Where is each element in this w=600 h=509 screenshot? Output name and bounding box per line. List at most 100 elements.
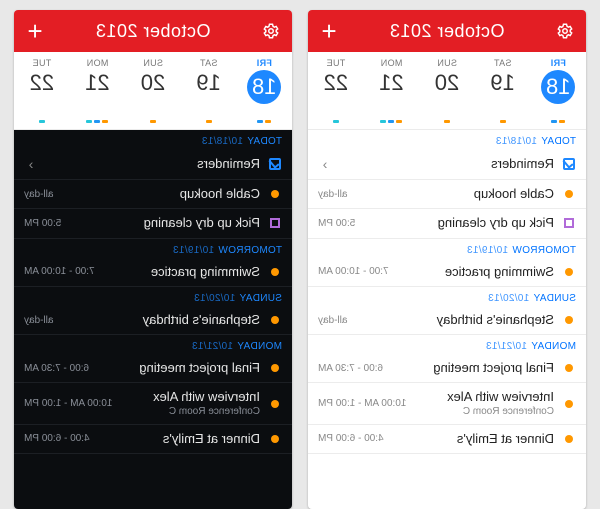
day-name: SAT — [200, 58, 218, 68]
agenda-row[interactable]: Cable hookupall-day — [14, 180, 292, 209]
agenda-row[interactable]: Reminders› — [308, 149, 586, 180]
event-lead — [562, 190, 576, 198]
section-header: SUNDAY 10/20/13 — [308, 287, 586, 306]
section-header: TOMORROW 10/19/13 — [14, 239, 292, 258]
event-lead — [562, 364, 576, 372]
agenda-row[interactable]: Dinner at Emily's4:00 - 6:00 PM — [14, 425, 292, 454]
section-label: SUNDAY — [239, 293, 282, 304]
event-dot-icon — [271, 316, 279, 324]
event-lead — [562, 435, 576, 443]
day-event-dots — [70, 120, 126, 123]
event-lead — [268, 435, 282, 443]
header-title: October 2013 — [389, 21, 504, 42]
event-title: Interview with AlexConference Room C — [414, 390, 554, 416]
agenda-list[interactable]: TODAY10/18/13Reminders›Cable hookupall-d… — [308, 130, 586, 509]
day-cell-21[interactable]: MON 21 — [70, 52, 126, 129]
day-name: MON — [380, 58, 402, 68]
event-time: all-day — [318, 189, 347, 200]
day-cell-19[interactable]: SAT19 — [475, 52, 531, 129]
day-cell-20[interactable]: SUN20 — [125, 52, 181, 129]
agenda-row[interactable]: Final project meeting6:00 - 7:30 AM — [308, 354, 586, 383]
week-strip[interactable]: FRI18SAT19SUN20 MON 21 TUE22 — [14, 52, 292, 130]
section-header: TODAY10/18/13 — [308, 130, 586, 149]
app-header: October 2013 + — [14, 10, 292, 52]
day-cell-18[interactable]: FRI18 — [236, 52, 292, 129]
agenda-row[interactable]: Swimming practice7:00 - 10:00 AM — [14, 258, 292, 287]
gear-icon — [556, 22, 574, 40]
event-title: Reminders — [340, 157, 554, 171]
section-date: 10/18/13 — [202, 136, 243, 147]
checkbox-icon — [269, 158, 281, 170]
section-label: MONDAY — [237, 341, 282, 352]
section-label: SUNDAY — [533, 293, 576, 304]
day-cell-21[interactable]: MON21 — [364, 52, 420, 129]
agenda-row[interactable]: Pick up dry cleaning5:00 PM — [14, 209, 292, 238]
day-event-dots — [475, 120, 531, 123]
day-number: 18 — [541, 70, 575, 104]
agenda-list[interactable]: TODAY10/18/13 Reminders › Cable hookupall-d… — [14, 130, 292, 509]
day-cell-18[interactable]: FRI18 — [530, 52, 586, 129]
settings-button[interactable] — [554, 20, 576, 42]
event-dot-icon — [271, 268, 279, 276]
section-date: 10/18/13 — [496, 136, 537, 147]
agenda-row[interactable]: Stephanie's birthdayall-day — [14, 306, 292, 335]
day-number: 22 — [30, 70, 54, 96]
day-event-dots — [125, 120, 181, 123]
section-label: MONDAY — [531, 341, 576, 352]
add-event-button[interactable]: + — [318, 20, 340, 42]
event-time: 6:00 - 7:30 AM — [318, 363, 383, 374]
day-name: MON — [86, 58, 108, 68]
chevron-right-icon: › — [24, 156, 38, 172]
day-cell-22[interactable]: TUE22 — [308, 52, 364, 129]
event-dot-icon — [565, 316, 573, 324]
section-header: MONDAY10/21/13 — [308, 335, 586, 354]
day-cell-20[interactable]: SUN20 — [419, 52, 475, 129]
week-strip[interactable]: FRI18SAT19SUN20MON21TUE22 — [308, 52, 586, 130]
agenda-row[interactable]: Pick up dry cleaning5:00 PM — [308, 209, 586, 238]
event-title: Pick up dry cleaning — [69, 216, 260, 230]
agenda-row[interactable]: Interview with AlexConference Room C 10:0… — [14, 383, 292, 424]
section-label: TOMORROW — [218, 245, 282, 256]
agenda-row[interactable]: Stephanie's birthdayall-day — [308, 306, 586, 335]
agenda-row[interactable]: Cable hookupall-day — [308, 180, 586, 209]
day-cell-22[interactable]: TUE22 — [14, 52, 70, 129]
event-title: Reminders — [46, 157, 260, 171]
reminder-check — [562, 158, 576, 170]
todo-box-icon — [564, 218, 574, 228]
section-header: MONDAY10/21/13 — [14, 335, 292, 354]
day-number: 20 — [141, 70, 165, 96]
day-name: TUE — [326, 58, 345, 68]
day-name: SUN — [437, 58, 457, 68]
agenda-row[interactable]: Dinner at Emily's4:00 - 6:00 PM — [308, 425, 586, 454]
agenda-row[interactable]: Final project meeting6:00 - 7:30 AM — [14, 354, 292, 383]
event-lead — [562, 268, 576, 276]
event-title: Interview with AlexConference Room C — [120, 390, 260, 416]
day-event-dots — [181, 120, 237, 123]
phone-dark: October 2013 + FRI18SAT19SUN20 MON 21 TUE22… — [14, 10, 292, 509]
agenda-row[interactable]: Swimming practice7:00 - 10:00 AM — [308, 258, 586, 287]
event-lead — [562, 400, 576, 408]
day-event-dots — [364, 120, 420, 123]
event-title: Stephanie's birthday — [355, 313, 554, 327]
day-name: FRI — [257, 58, 272, 68]
event-time: 10:00 AM - 1:00 PM — [24, 398, 112, 409]
event-dot-icon — [565, 435, 573, 443]
section-date: 10/19/13 — [173, 245, 214, 256]
event-title: Pick up dry cleaning — [363, 216, 554, 230]
day-name: SAT — [494, 58, 512, 68]
event-time: 10:00 AM - 1:00 PM — [318, 398, 406, 409]
agenda-row[interactable]: Interview with AlexConference Room C 10:0… — [308, 383, 586, 424]
event-time: 4:00 - 6:00 PM — [318, 433, 384, 444]
agenda-row[interactable]: Reminders › — [14, 149, 292, 180]
event-lead — [562, 316, 576, 324]
event-title: Swimming practice — [103, 265, 260, 279]
event-dot-icon — [565, 190, 573, 198]
day-event-dots — [530, 120, 586, 123]
reminder-check — [268, 158, 282, 170]
section-header: TODAY10/18/13 — [14, 130, 292, 149]
day-number: 21 — [85, 70, 109, 96]
add-event-button[interactable]: + — [24, 20, 46, 42]
settings-button[interactable] — [260, 20, 282, 42]
day-cell-19[interactable]: SAT19 — [181, 52, 237, 129]
section-date: 10/20/13 — [488, 293, 529, 304]
